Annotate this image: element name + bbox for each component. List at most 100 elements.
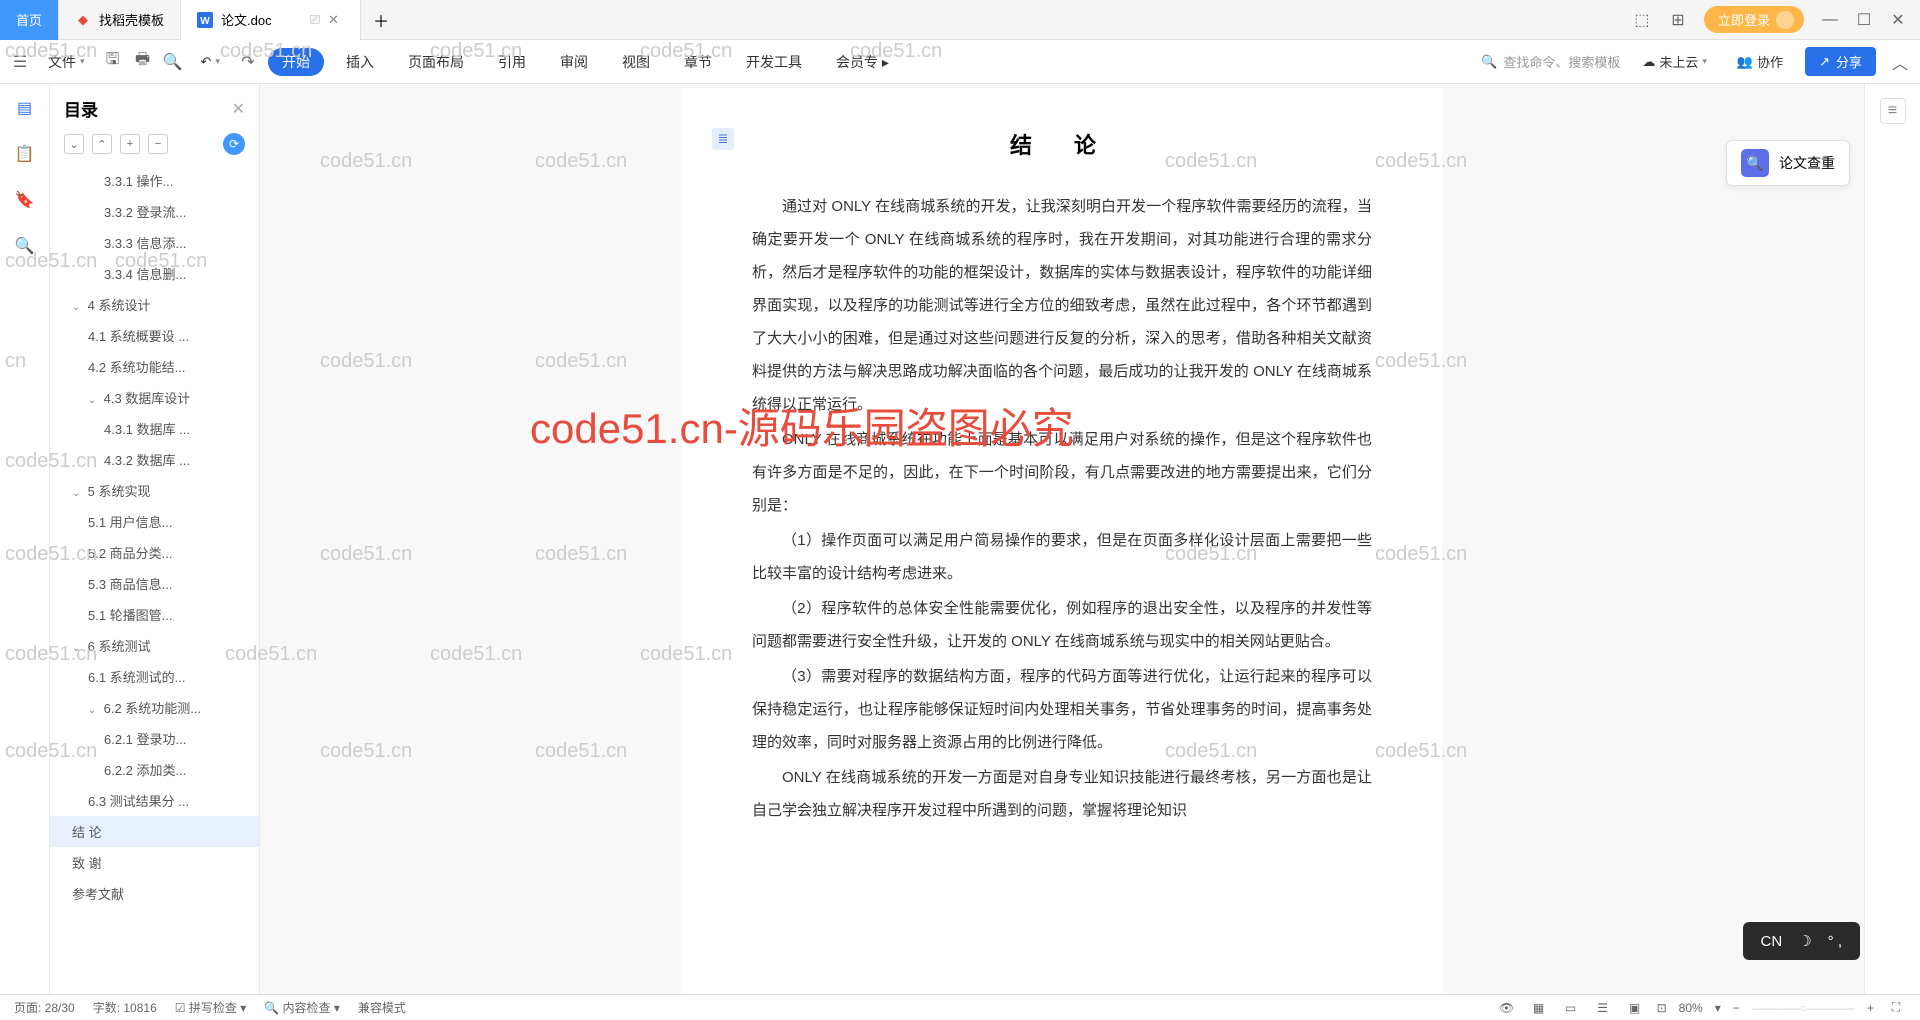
statusbar: 页面: 28/30 字数: 10816 ☑ 拼写检查 ▾ 🔍 内容检查 ▾ 兼容…	[0, 994, 1920, 1020]
zoom[interactable]: 80%	[1679, 1001, 1703, 1015]
collab-button[interactable]: 👥 协作	[1729, 48, 1791, 75]
outline-item[interactable]: 结 论	[50, 816, 259, 847]
ribbon-review[interactable]: 审阅	[548, 46, 600, 78]
redo-icon[interactable]: ↷	[238, 52, 258, 72]
outline-item[interactable]: ⌄ 5 系统实现	[50, 475, 259, 506]
minimize-icon[interactable]: —	[1820, 10, 1840, 30]
outline-close-icon[interactable]: ✕	[232, 99, 245, 119]
view-read-icon[interactable]: ▣	[1625, 998, 1645, 1018]
section-icon[interactable]: ≣	[712, 128, 734, 150]
ribbon-view[interactable]: 视图	[610, 46, 662, 78]
doc-body: 通过对 ONLY 在线商城系统的开发，让我深刻明白开发一个程序软件需要经历的流程…	[752, 190, 1372, 827]
ribbon-layout[interactable]: 页面布局	[396, 46, 476, 78]
outline-item[interactable]: 6.2.1 登录功...	[50, 723, 259, 754]
left-sidebar: ▤ 📋 🔖 🔍	[0, 84, 50, 994]
titlebar: 首页 ◆ 找稻壳模板 W 论文.doc ⎚ ✕ ＋ ⬚ ⊞ 立即登录 — ☐ ✕	[0, 0, 1920, 40]
ime-indicator[interactable]: CN ☽ ° ,	[1743, 922, 1860, 960]
remove-item-button[interactable]: −	[148, 134, 168, 154]
template-icon: ◆	[75, 12, 91, 28]
fit-width-icon[interactable]: ⊡	[1657, 1001, 1667, 1015]
ribbon-references[interactable]: 引用	[486, 46, 538, 78]
ribbon-start[interactable]: 开始	[268, 48, 324, 76]
save-icon[interactable]: 🖫	[103, 52, 123, 72]
expand-all-button[interactable]: ⌃	[92, 134, 112, 154]
search-input[interactable]: 🔍 查找命令、搜索模板	[1481, 52, 1620, 71]
toolbar: ☰ 文件▾ 🖫 🖶 🔍 ↶▾ ↷ 开始 插入 页面布局 引用 审阅 视图 章节 …	[0, 40, 1920, 84]
view-print-icon[interactable]: ▦	[1529, 998, 1549, 1018]
content-check-button[interactable]: 🔍 内容检查 ▾	[264, 999, 340, 1016]
outline-item[interactable]: ⌄ 4.3 数据库设计	[50, 382, 259, 413]
add-tab-button[interactable]: ＋	[361, 8, 401, 32]
outline-item[interactable]: ⌄ 6.2 系统功能测...	[50, 692, 259, 723]
outline-item[interactable]: 5.2 商品分类...	[50, 537, 259, 568]
outline-item[interactable]: 3.3.1 操作...	[50, 165, 259, 196]
page-indicator[interactable]: 页面: 28/30	[14, 999, 75, 1016]
spellcheck-button[interactable]: ☑ 拼写检查 ▾	[175, 999, 246, 1016]
ribbon-insert[interactable]: 插入	[334, 46, 386, 78]
word-count[interactable]: 字数: 10816	[93, 999, 157, 1016]
layout-icon[interactable]: ⬚	[1632, 10, 1652, 30]
outline-item[interactable]: 4.3.2 数据库 ...	[50, 444, 259, 475]
outline-item[interactable]: 6.1 系统测试的...	[50, 661, 259, 692]
find-icon[interactable]: 🔍	[13, 234, 37, 258]
outline-item[interactable]: ⌄ 6 系统测试	[50, 630, 259, 661]
doc-heading: 结 论	[752, 128, 1372, 160]
plagiarism-check-panel[interactable]: 🔍 论文查重	[1726, 140, 1850, 186]
outline-item[interactable]: 4.1 系统概要设 ...	[50, 320, 259, 351]
outline-item[interactable]: 3.3.3 信息添...	[50, 227, 259, 258]
collapse-all-button[interactable]: ⌄	[64, 134, 84, 154]
collapse-icon[interactable]: ︿	[1890, 52, 1910, 72]
tab-screen-icon[interactable]: ⎚	[310, 12, 320, 28]
zoom-in-button[interactable]: +	[1867, 1001, 1874, 1015]
outline-icon[interactable]: ▤	[13, 96, 37, 120]
preview-icon[interactable]: 🔍	[163, 52, 183, 72]
close-icon[interactable]: ✕	[328, 12, 344, 28]
apps-icon[interactable]: ⊞	[1668, 10, 1688, 30]
outline-item[interactable]: 4.3.1 数据库 ...	[50, 413, 259, 444]
add-item-button[interactable]: +	[120, 134, 140, 154]
clipboard-icon[interactable]: 📋	[13, 142, 37, 166]
outline-item[interactable]: 5.1 用户信息...	[50, 506, 259, 537]
window-close-icon[interactable]: ✕	[1888, 10, 1908, 30]
maximize-icon[interactable]: ☐	[1854, 10, 1874, 30]
outline-panel: 目录 ✕ ⌄ ⌃ + − ⟳ 3.3.1 操作...3.3.2 登录流...3.…	[50, 84, 260, 994]
outline-item[interactable]: 5.1 轮播图管...	[50, 599, 259, 630]
ribbon-chapters[interactable]: 章节	[672, 46, 724, 78]
sync-icon[interactable]: ⟳	[223, 133, 245, 155]
check-icon: 🔍	[1741, 149, 1769, 177]
login-button[interactable]: 立即登录	[1704, 6, 1804, 33]
outline-item[interactable]: 3.3.4 信息删...	[50, 258, 259, 289]
bookmark-icon[interactable]: 🔖	[13, 188, 37, 212]
outline-item[interactable]: 致 谢	[50, 847, 259, 878]
outline-title: 目录	[64, 96, 98, 121]
ribbon-member[interactable]: 会员专 ▸	[824, 46, 901, 78]
format-icon[interactable]: ≡	[1880, 98, 1906, 124]
moon-icon: ☽	[1798, 932, 1811, 950]
outline-item[interactable]: 5.3 商品信息...	[50, 568, 259, 599]
cloud-status[interactable]: ☁ 未上云 ▾	[1634, 48, 1715, 75]
eye-icon[interactable]: 👁	[1497, 998, 1517, 1018]
tab-template[interactable]: ◆ 找稻壳模板	[59, 0, 181, 40]
print-icon[interactable]: 🖶	[133, 52, 153, 72]
outline-item[interactable]: 参考文献	[50, 878, 259, 909]
outline-item[interactable]: 6.2.2 添加类...	[50, 754, 259, 785]
outline-item[interactable]: 3.3.2 登录流...	[50, 196, 259, 227]
outline-item[interactable]: 6.3 测试结果分 ...	[50, 785, 259, 816]
tab-document[interactable]: W 论文.doc ⎚ ✕	[181, 0, 361, 40]
outline-item[interactable]: ⌄ 4 系统设计	[50, 289, 259, 320]
undo-button[interactable]: ↶▾	[193, 50, 228, 74]
view-web-icon[interactable]: ▭	[1561, 998, 1581, 1018]
share-button[interactable]: ↗ 分享	[1805, 47, 1876, 76]
outline-item[interactable]: 4.2 系统功能结...	[50, 351, 259, 382]
file-menu[interactable]: 文件▾	[40, 48, 93, 76]
view-outline-icon[interactable]: ☰	[1593, 998, 1613, 1018]
tab-home[interactable]: 首页	[0, 0, 59, 40]
menu-icon[interactable]: ☰	[10, 52, 30, 72]
word-icon: W	[197, 12, 213, 28]
right-sidebar: ≡	[1864, 84, 1920, 994]
fullscreen-icon[interactable]: ⛶	[1886, 998, 1906, 1018]
compat-mode[interactable]: 兼容模式	[358, 999, 406, 1016]
ribbon-devtools[interactable]: 开发工具	[734, 46, 814, 78]
zoom-out-button[interactable]: −	[1733, 1001, 1740, 1015]
document-area[interactable]: ≣ 结 论 通过对 ONLY 在线商城系统的开发，让我深刻明白开发一个程序软件需…	[260, 84, 1864, 994]
